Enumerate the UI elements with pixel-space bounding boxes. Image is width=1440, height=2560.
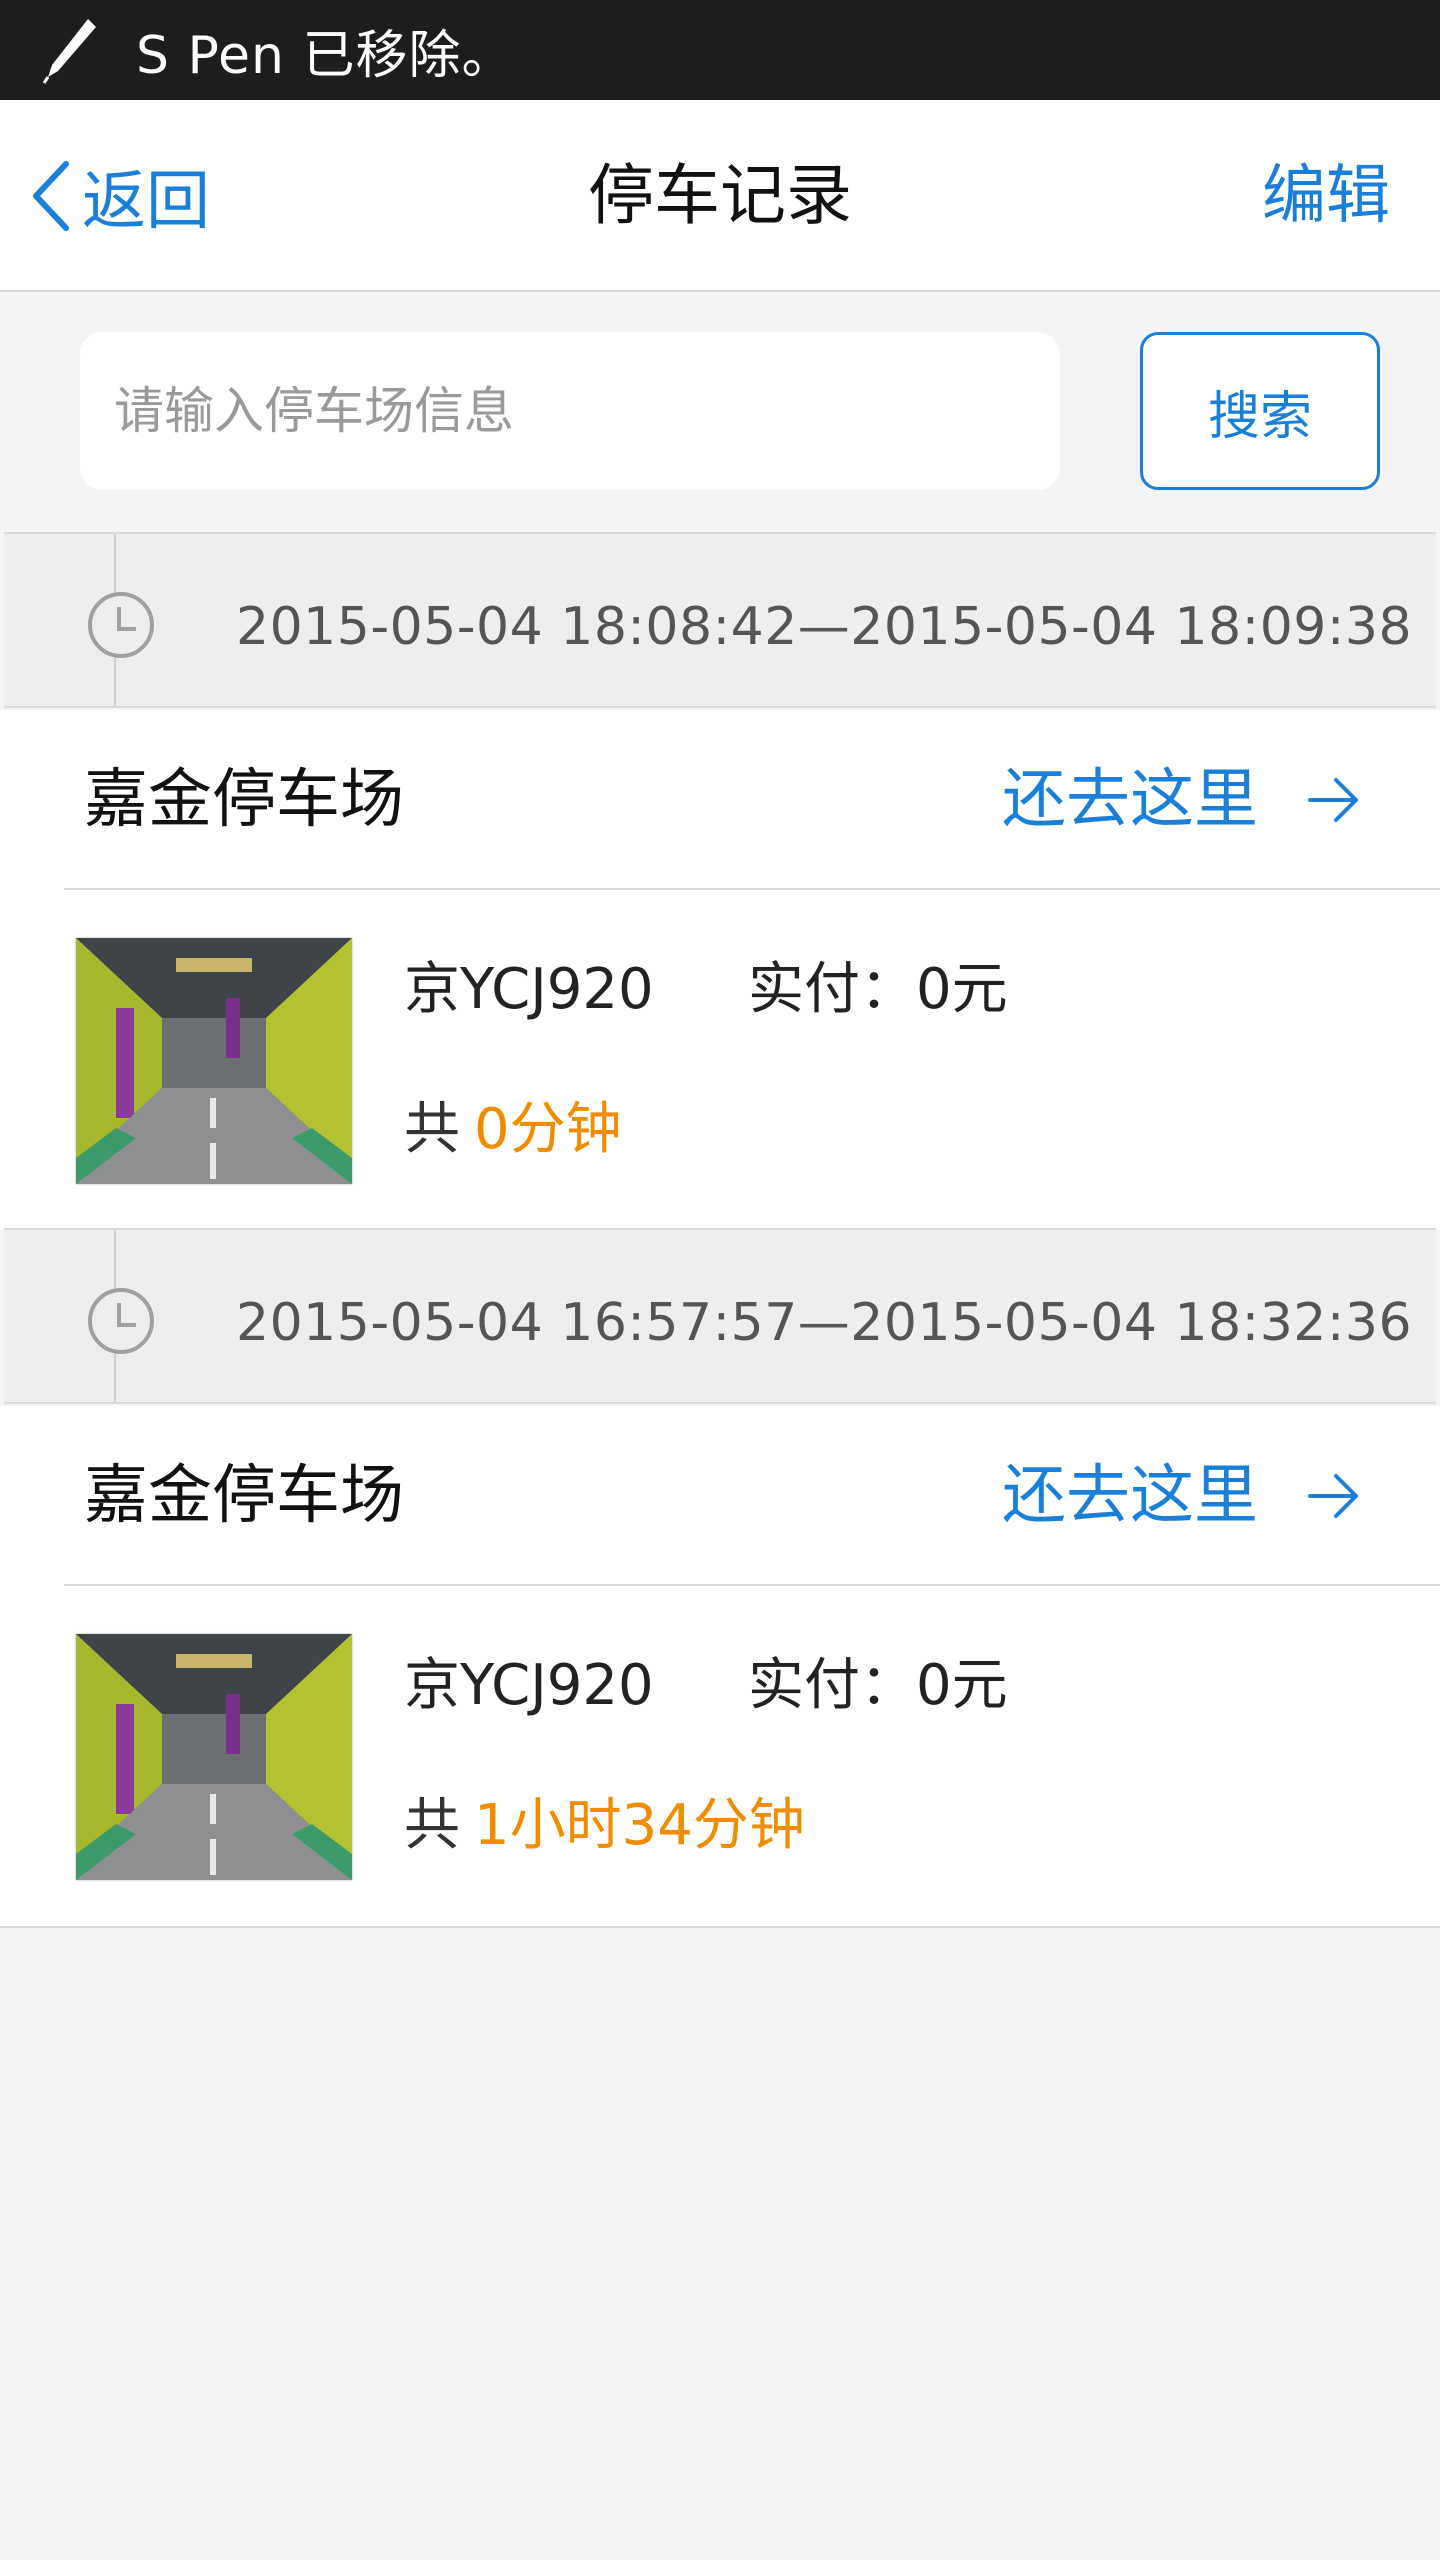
record-time-header: 2015-05-04 18:08:42—2015-05-04 18:09:38 (4, 532, 1436, 708)
plate-number: 京YCJ920 (404, 957, 654, 1022)
paid-amount: 实付：0元 (748, 1653, 1008, 1718)
duration-prefix: 共 (404, 1793, 460, 1858)
page-title: 停车记录 (588, 157, 852, 234)
lot-name: 嘉金停车场 (84, 763, 404, 837)
status-bar: S Pen 已移除。 (0, 0, 1440, 100)
record-head: 嘉金停车场 还去这里 (0, 1406, 1440, 1586)
arrow-right-icon (1308, 778, 1358, 822)
nav-bar: 返回 停车记录 编辑 (0, 100, 1440, 292)
list-bottom-divider (0, 1926, 1440, 1928)
clock-icon (88, 1288, 154, 1354)
parking-lot-photo (76, 938, 352, 1184)
record-head: 嘉金停车场 还去这里 (0, 710, 1440, 890)
search-area: 搜索 (0, 292, 1440, 532)
duration-row: 共 0分钟 (404, 1090, 622, 1170)
record-body: 京YCJ920 实付：0元 共 0分钟 (0, 890, 1440, 1230)
clock-icon (88, 592, 154, 658)
status-message: S Pen 已移除。 (136, 25, 515, 86)
search-button[interactable]: 搜索 (1140, 332, 1380, 490)
lot-name: 嘉金停车场 (84, 1459, 404, 1533)
paid-amount: 实付：0元 (748, 957, 1008, 1022)
time-range: 2015-05-04 16:57:57—2015-05-04 18:32:36 (236, 1293, 1413, 1353)
time-range: 2015-05-04 18:08:42—2015-05-04 18:09:38 (236, 597, 1413, 657)
duration-value: 1小时34分钟 (474, 1793, 805, 1858)
pen-icon (42, 19, 96, 84)
go-here-label: 还去这里 (1002, 763, 1258, 837)
arrow-right-icon (1308, 1474, 1358, 1518)
plate-number: 京YCJ920 (404, 1653, 654, 1718)
go-here-label: 还去这里 (1002, 1459, 1258, 1533)
duration-prefix: 共 (404, 1097, 460, 1162)
edit-button[interactable]: 编辑 (1262, 150, 1390, 242)
search-input[interactable] (80, 332, 1060, 490)
parking-lot-photo (76, 1634, 352, 1880)
record-time-header: 2015-05-04 16:57:57—2015-05-04 18:32:36 (4, 1228, 1436, 1404)
go-here-button[interactable]: 还去这里 (1002, 760, 1362, 840)
duration-value: 0分钟 (474, 1097, 622, 1162)
duration-row: 共 1小时34分钟 (404, 1786, 805, 1866)
record-body: 京YCJ920 实付：0元 共 1小时34分钟 (0, 1586, 1440, 1926)
go-here-button[interactable]: 还去这里 (1002, 1456, 1362, 1536)
